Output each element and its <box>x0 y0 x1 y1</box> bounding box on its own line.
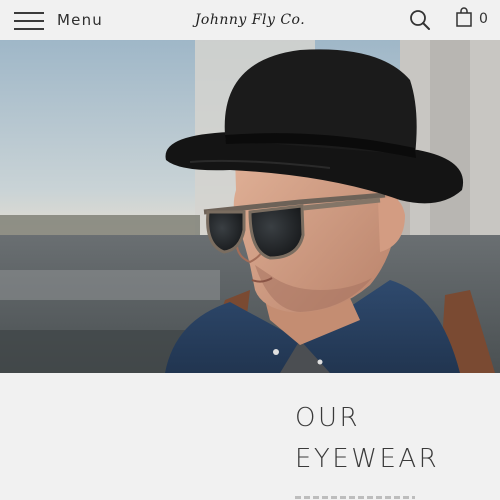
site-logo[interactable]: Johnny Fly Co. <box>193 6 307 34</box>
logo-text: Johnny Fly Co. <box>194 12 306 28</box>
section-title: OUR EYEWEAR <box>295 403 440 474</box>
eyewear-section: OUR EYEWEAR <box>0 373 500 500</box>
menu-label: Menu <box>57 11 103 29</box>
cart-count: 0 <box>479 11 488 27</box>
section-text-fade <box>295 496 415 499</box>
menu-button[interactable]: Menu <box>14 7 104 33</box>
site-header: Menu Johnny Fly Co. 0 <box>0 0 500 40</box>
hero-image <box>0 40 500 373</box>
shopping-bag-icon <box>455 7 473 31</box>
cart-button[interactable]: 0 <box>455 6 495 32</box>
hero-photo <box>0 40 500 373</box>
hamburger-icon <box>14 10 44 30</box>
search-icon[interactable] <box>408 8 432 32</box>
